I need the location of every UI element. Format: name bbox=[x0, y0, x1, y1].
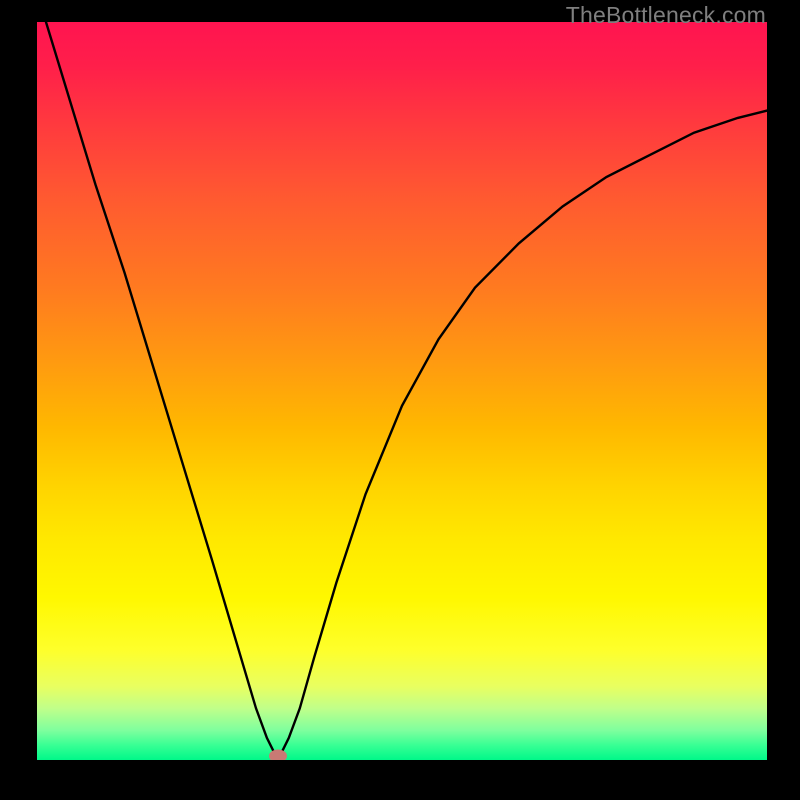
optimal-point-marker bbox=[269, 749, 287, 760]
plot-area bbox=[37, 22, 767, 760]
curve-layer bbox=[37, 22, 767, 760]
bottleneck-curve bbox=[37, 22, 767, 760]
watermark-text: TheBottleneck.com bbox=[566, 2, 766, 29]
chart-frame: TheBottleneck.com bbox=[0, 0, 800, 800]
